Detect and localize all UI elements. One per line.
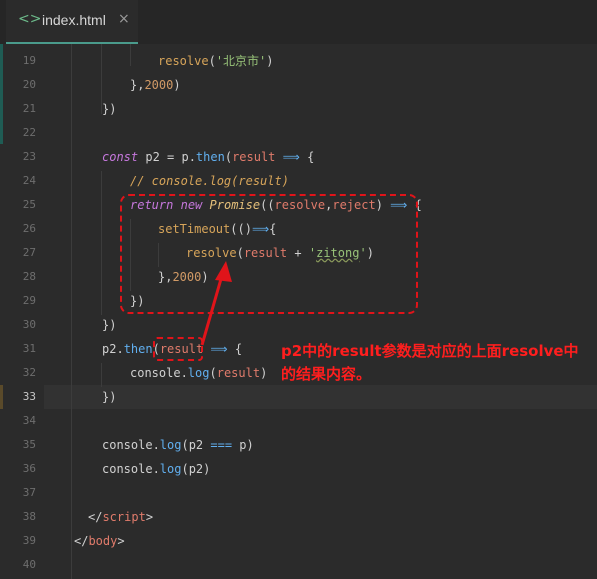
line-number: 40 [22,558,36,571]
code-token: }) [102,390,117,404]
tab-title: index.html [42,12,106,28]
tab-index-html[interactable]: <> index.html × [6,0,138,44]
code-token: ) [266,54,274,68]
code-line-23: const p2 = p.then(result ⟹ { [102,145,314,169]
code-line-19: resolve('北京市') [158,49,274,73]
code-line-35: console.log(p2 === p) [102,433,254,457]
code-token: }, [130,78,145,92]
code-line-39: </body> [74,529,125,553]
code-token: ) [173,78,181,92]
code-token: result [216,366,261,380]
line-number: 25 [22,198,36,211]
code-token: { [299,150,315,164]
code-token: const [102,150,139,164]
line-number: 37 [22,486,36,499]
highlight-box-promise [120,194,418,314]
code-token: then [195,150,225,164]
code-token: log [187,366,210,380]
code-token: ⟹ [282,150,300,164]
line-number: 38 [22,510,36,523]
line-number: 34 [22,414,36,427]
code-token: ( [209,366,217,380]
code-token: 2000 [144,78,174,92]
code-token: }) [102,318,117,332]
code-line-32: console.log(result) [130,361,267,385]
line-number: 36 [22,462,36,475]
line-number: 19 [22,54,36,67]
code-token: (p2) [181,462,211,476]
editor-tab-bar: <> index.html × [0,0,597,44]
highlight-box-result [153,337,203,361]
indent-guide [101,171,102,315]
code-comment: // console.log(result) [130,174,289,188]
code-token: === [210,438,233,452]
code-token: log [159,462,182,476]
code-token: body [88,534,118,548]
line-number: 24 [22,174,36,187]
code-token: '北京市' [215,54,267,68]
code-token: > [145,510,154,524]
code-line-30: }) [102,313,116,337]
line-number: 21 [22,102,36,115]
line-number: 35 [22,438,36,451]
line-number: 20 [22,78,36,91]
code-token: console. [130,366,188,380]
code-token: script [102,510,146,524]
code-token: </ [74,534,89,548]
code-token: ) [260,366,268,380]
code-token: then [123,342,153,356]
code-token: result [232,150,276,164]
line-number: 39 [22,534,36,547]
code-token: console. [102,462,160,476]
code-token: > [117,534,125,548]
code-token: ⟹ [210,342,228,356]
code-token: log [159,438,182,452]
code-token: p) [232,438,254,452]
current-line-highlight [44,385,597,409]
code-token: </ [88,510,103,524]
line-number: 26 [22,222,36,235]
line-number-current: 33 [22,390,36,403]
line-number: 29 [22,294,36,307]
code-file-icon: <> [18,11,42,27]
code-token: { [227,342,243,356]
code-line-24: // console.log(result) [130,169,289,193]
code-line-21: }) [102,97,116,121]
line-number: 32 [22,366,36,379]
code-token: resolve [158,54,209,68]
code-line-20: },2000) [130,73,181,97]
code-line-33: }) [102,385,116,409]
line-number: 27 [22,246,36,259]
line-number: 23 [22,150,36,163]
indent-guide [101,363,102,387]
indent-guide [71,44,72,579]
line-number: 31 [22,342,36,355]
code-line-38: </script> [88,505,153,529]
annotation-text: p2中的result参数是对应的上面resolve中的结果内容。 [281,342,579,383]
close-icon[interactable]: × [118,11,130,27]
indent-guide [130,44,131,66]
line-number: 22 [22,126,36,139]
code-line-36: console.log(p2) [102,457,210,481]
code-token: ( [224,150,233,164]
code-token: ( [208,54,216,68]
code-token: console. [102,438,160,452]
line-number: 30 [22,318,36,331]
code-token: p2. [102,342,124,356]
code-token: }) [102,102,117,116]
line-number: 28 [22,270,36,283]
code-token: p2 = p. [138,150,196,164]
code-token: (p2 [181,438,211,452]
